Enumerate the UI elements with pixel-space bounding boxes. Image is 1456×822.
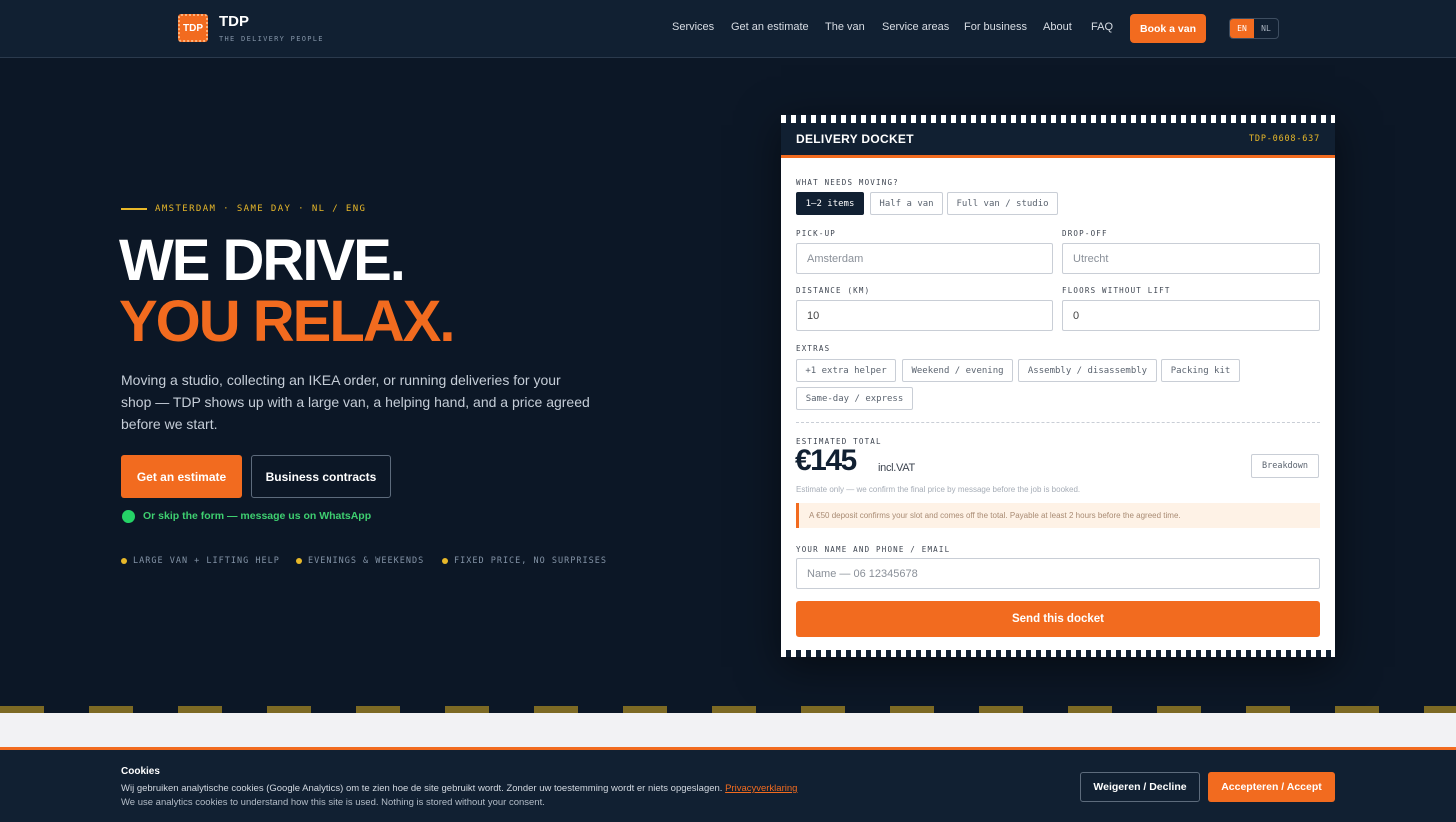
cookie-accept-button[interactable]: Accepteren / Accept bbox=[1208, 772, 1335, 802]
option-half-van[interactable]: Half a van bbox=[870, 192, 943, 215]
cookie-title: Cookies bbox=[121, 766, 160, 777]
logo-icon[interactable]: TDP bbox=[178, 14, 208, 42]
floors-input[interactable]: 0 bbox=[1062, 300, 1320, 331]
road-stripe-band bbox=[0, 706, 1456, 713]
floors-label: FLOORS WITHOUT LIFT bbox=[1062, 286, 1171, 295]
business-contracts-button[interactable]: Business contracts bbox=[251, 455, 391, 498]
docket-title: DELIVERY DOCKET bbox=[796, 132, 914, 146]
docket-id: TDP-0608-637 bbox=[1248, 134, 1320, 144]
feature-large-van: LARGE VAN + LIFTING HELP bbox=[133, 556, 280, 566]
docket-divider bbox=[796, 422, 1320, 423]
lang-en-button[interactable]: EN bbox=[1230, 19, 1254, 38]
pickup-input[interactable]: Amsterdam bbox=[796, 243, 1053, 274]
estimated-price: €145 bbox=[795, 444, 857, 477]
eyebrow-line bbox=[121, 208, 147, 210]
hero-headline-2: YOU RELAX. bbox=[119, 289, 455, 354]
distance-label: DISTANCE (KM) bbox=[796, 286, 871, 295]
delivery-docket-form: DELIVERY DOCKET TDP-0608-637 WHAT NEEDS … bbox=[781, 115, 1335, 657]
book-van-button[interactable]: Book a van bbox=[1130, 14, 1206, 43]
cookie-decline-button[interactable]: Weigeren / Decline bbox=[1080, 772, 1200, 802]
contact-label: YOUR NAME AND PHONE / EMAIL bbox=[796, 545, 951, 554]
next-section-strip bbox=[0, 713, 1456, 750]
perforation-top bbox=[781, 115, 1335, 123]
nav-faq[interactable]: FAQ bbox=[1091, 21, 1113, 33]
whatsapp-icon[interactable] bbox=[122, 510, 135, 523]
nav-get-estimate[interactable]: Get an estimate bbox=[731, 21, 809, 33]
feature-fixed-price: FIXED PRICE, NO SURPRISES bbox=[454, 556, 607, 566]
cookie-text-en: We use analytics cookies to understand h… bbox=[121, 797, 545, 808]
extra-same-day[interactable]: Same-day / express bbox=[796, 387, 913, 410]
nav-about[interactable]: About bbox=[1043, 21, 1072, 33]
extra-weekend-evening[interactable]: Weekend / evening bbox=[902, 359, 1013, 382]
feature-dot-icon bbox=[442, 558, 448, 564]
feature-dot-icon bbox=[121, 558, 127, 564]
vat-label: incl.VAT bbox=[878, 462, 915, 474]
nav-services[interactable]: Services bbox=[672, 21, 714, 33]
hero-headline-1: WE DRIVE. bbox=[119, 228, 406, 293]
cookie-banner: Cookies Wij gebruiken analytische cookie… bbox=[0, 750, 1456, 822]
option-1-2-items[interactable]: 1–2 items bbox=[796, 192, 864, 215]
nav-for-business[interactable]: For business bbox=[964, 21, 1027, 33]
feature-evenings: EVENINGS & WEEKENDS bbox=[308, 556, 425, 566]
extra-assembly[interactable]: Assembly / disassembly bbox=[1018, 359, 1157, 382]
brand-name[interactable]: TDP bbox=[219, 13, 249, 30]
contact-input[interactable]: Name — 06 12345678 bbox=[796, 558, 1320, 589]
estimate-note: Estimate only — we confirm the final pri… bbox=[796, 485, 1081, 494]
send-docket-button[interactable]: Send this docket bbox=[796, 601, 1320, 637]
hero-eyebrow: AMSTERDAM · SAME DAY · NL / ENG bbox=[155, 204, 367, 214]
cookie-nl-body: Wij gebruiken analytische cookies (Googl… bbox=[121, 783, 723, 794]
deposit-notice: A €50 deposit confirms your slot and com… bbox=[796, 503, 1320, 528]
extras-label: EXTRAS bbox=[796, 344, 831, 353]
feature-dot-icon bbox=[296, 558, 302, 564]
whatsapp-link[interactable]: Or skip the form — message us on WhatsAp… bbox=[143, 510, 371, 522]
brand-tagline: THE DELIVERY PEOPLE bbox=[219, 35, 324, 43]
dropoff-label: DROP-OFF bbox=[1062, 229, 1108, 238]
distance-input[interactable]: 10 bbox=[796, 300, 1053, 331]
dropoff-input[interactable]: Utrecht bbox=[1062, 243, 1320, 274]
hero-lead: Moving a studio, collecting an IKEA orde… bbox=[121, 372, 590, 432]
docket-header: DELIVERY DOCKET TDP-0608-637 bbox=[781, 123, 1335, 158]
language-switcher: EN NL bbox=[1229, 18, 1279, 39]
moving-label: WHAT NEEDS MOVING? bbox=[796, 178, 899, 187]
lang-nl-button[interactable]: NL bbox=[1254, 19, 1278, 38]
option-full-van[interactable]: Full van / studio bbox=[947, 192, 1058, 215]
pickup-label: PICK-UP bbox=[796, 229, 837, 238]
breakdown-button[interactable]: Breakdown bbox=[1251, 454, 1319, 478]
get-estimate-button[interactable]: Get an estimate bbox=[121, 455, 242, 498]
perforation-bottom bbox=[781, 650, 1335, 657]
site-header: TDP TDP THE DELIVERY PEOPLE Services Get… bbox=[0, 0, 1456, 58]
nav-the-van[interactable]: The van bbox=[825, 21, 865, 33]
extra-packing-kit[interactable]: Packing kit bbox=[1161, 359, 1240, 382]
privacy-link[interactable]: Privacyverklaring bbox=[725, 783, 797, 794]
extra-helper[interactable]: +1 extra helper bbox=[796, 359, 896, 382]
nav-service-areas[interactable]: Service areas bbox=[882, 21, 949, 33]
cookie-text-nl: Wij gebruiken analytische cookies (Googl… bbox=[121, 783, 797, 794]
